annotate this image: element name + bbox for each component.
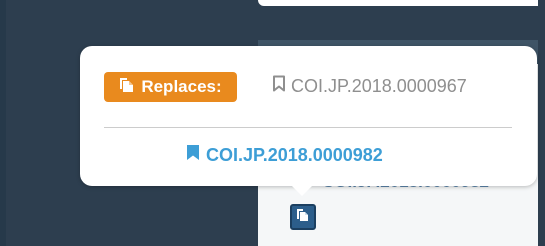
left-edge <box>0 0 6 246</box>
right-edge <box>538 0 545 246</box>
current-identifier-text: COI.JP.2018.0000982 <box>206 144 383 165</box>
document-copy-icon <box>119 77 135 98</box>
current-identifier-link[interactable]: COI.JP.2018.0000982 <box>186 144 383 166</box>
replaced-identifier[interactable]: COI.JP.2018.0000967 <box>272 75 467 97</box>
popover-arrow <box>288 182 316 196</box>
popover-divider <box>104 127 512 128</box>
bookmark-outline-icon <box>272 75 286 97</box>
bookmark-filled-icon <box>186 144 200 166</box>
replaced-identifier-text: COI.JP.2018.0000967 <box>291 75 467 96</box>
replaces-toggle-button[interactable] <box>290 204 316 230</box>
document-copy-icon <box>296 208 310 227</box>
replaces-badge: Replaces: <box>104 72 237 102</box>
badge-label: Replaces: <box>141 77 222 96</box>
top-panel-edge <box>258 0 545 6</box>
